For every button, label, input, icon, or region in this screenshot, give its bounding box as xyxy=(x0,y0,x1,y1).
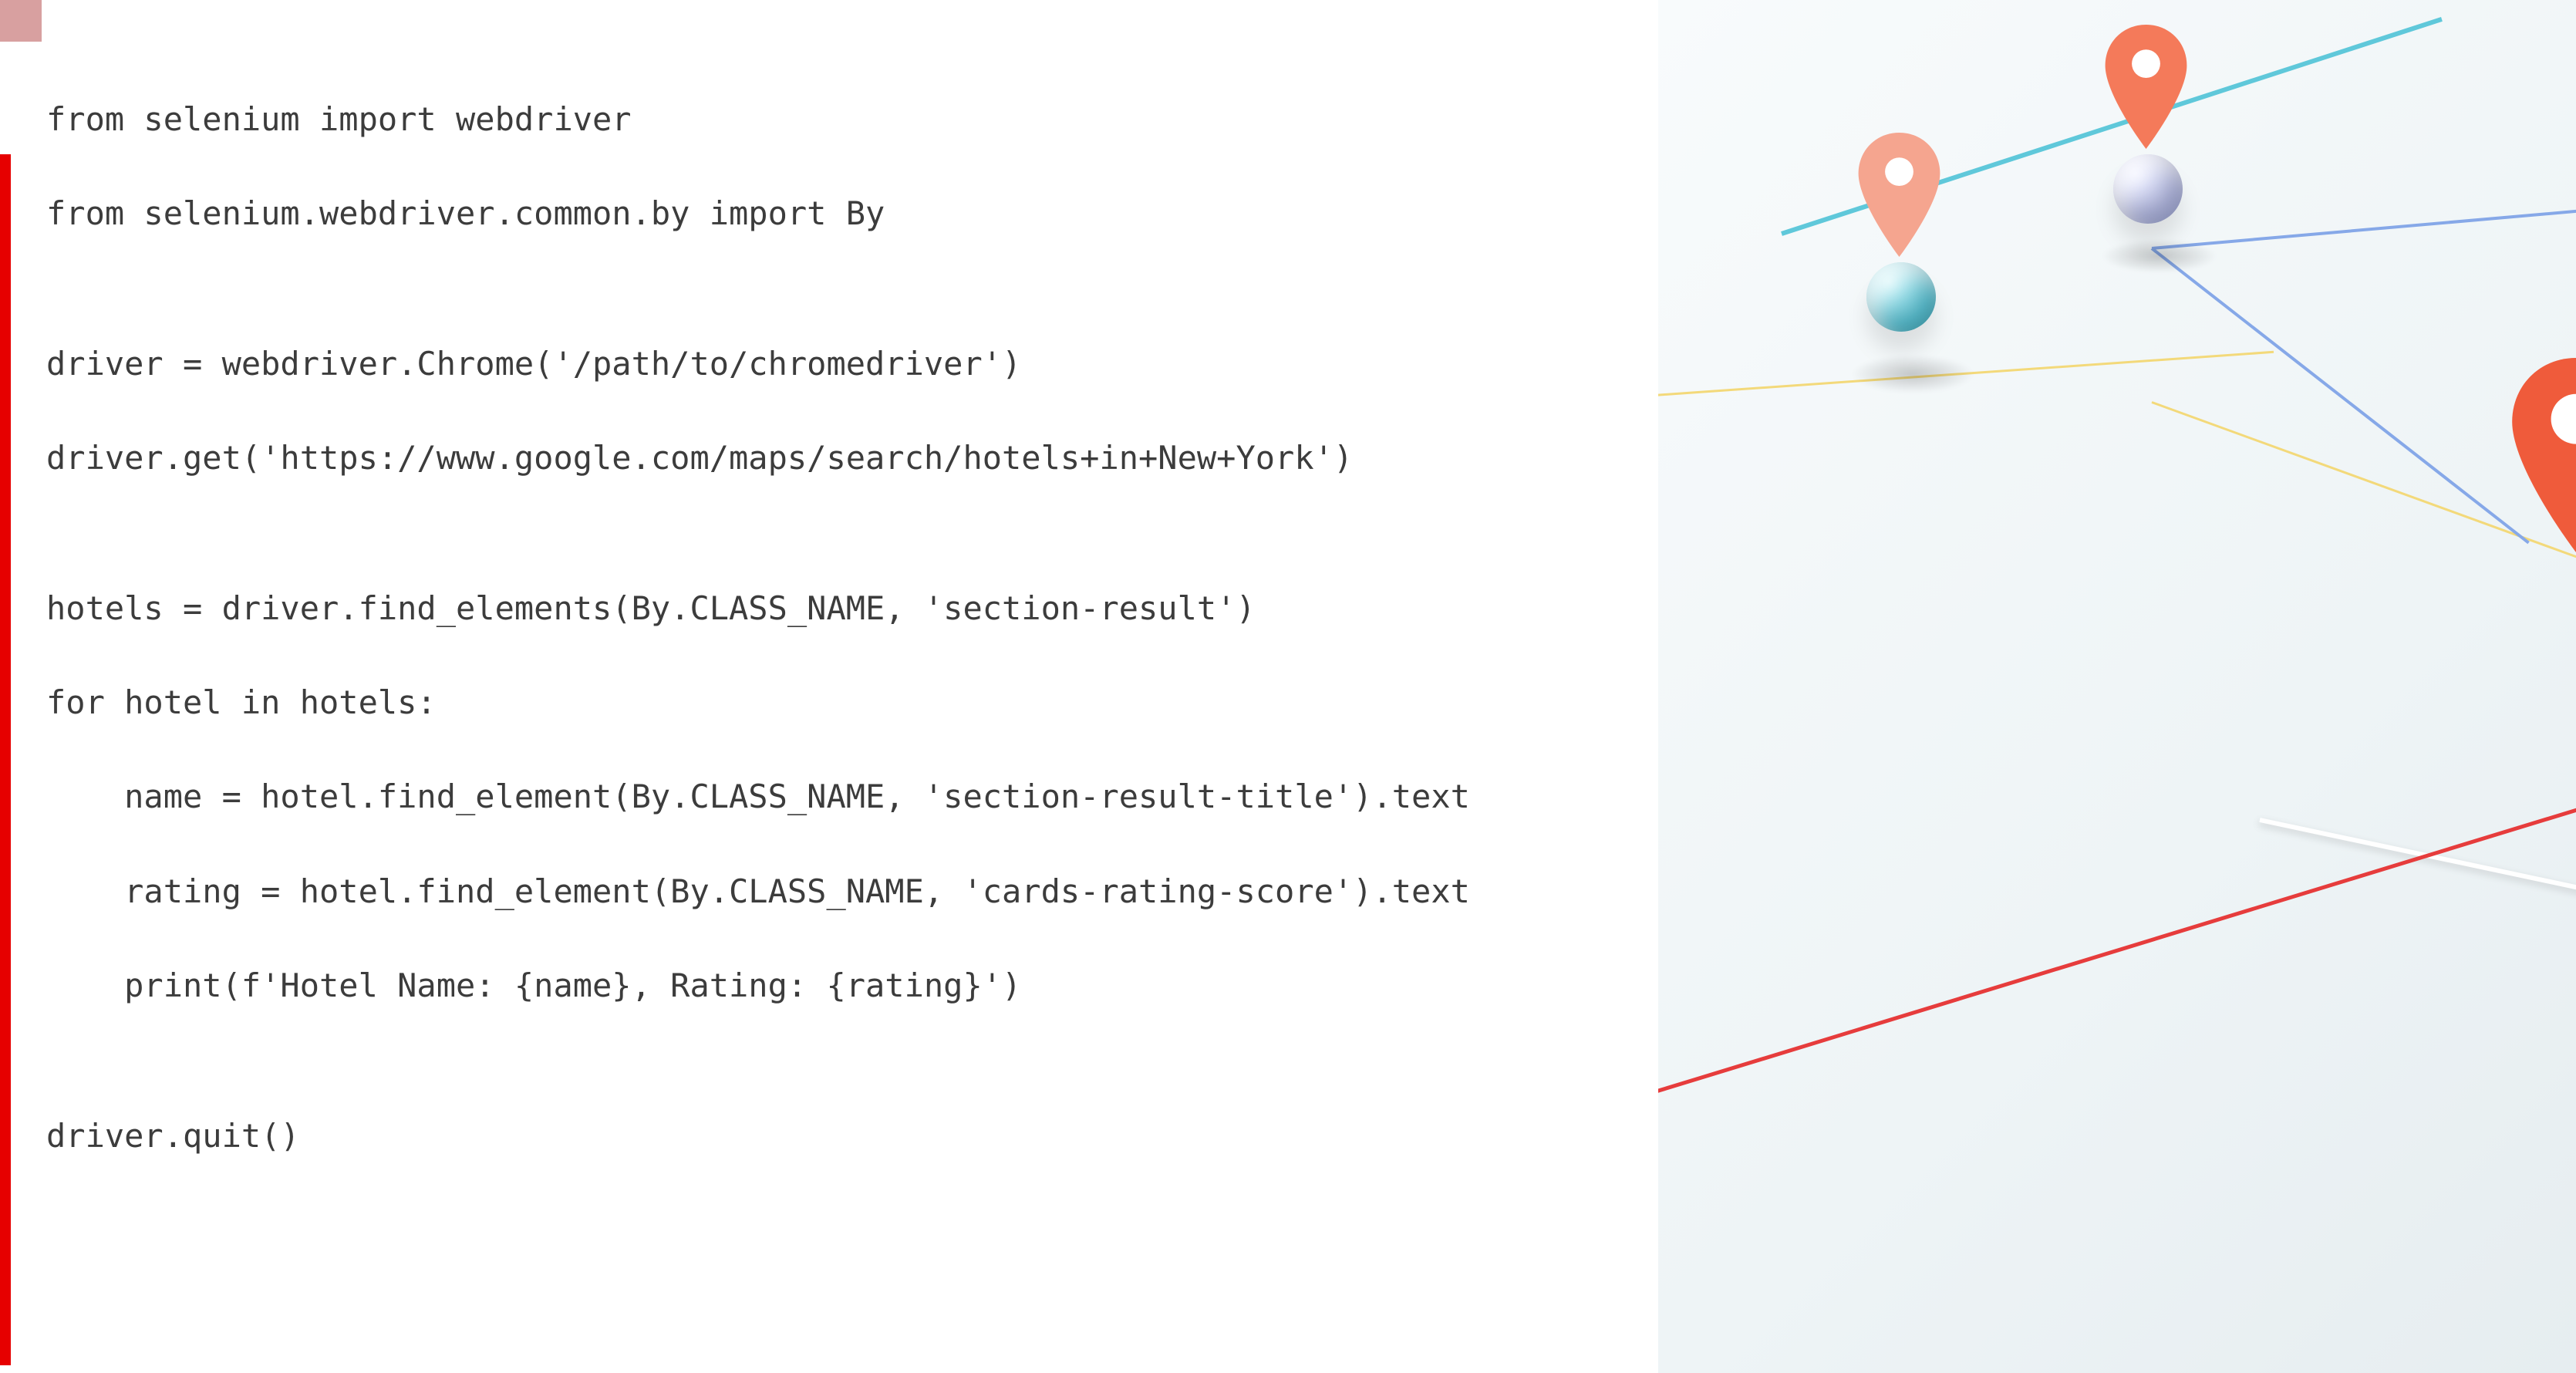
code-line: print(f'Hotel Name: {name}, Rating: {rat… xyxy=(46,966,1470,1005)
code-line: from selenium.webdriver.common.by import… xyxy=(46,194,1470,233)
code-block: from selenium import webdriver from selen… xyxy=(46,100,1470,1211)
vertical-accent-bar xyxy=(0,154,11,1365)
corner-swatch xyxy=(0,0,42,42)
code-line: name = hotel.find_element(By.CLASS_NAME,… xyxy=(46,778,1470,816)
code-blank-line xyxy=(46,1061,1470,1117)
code-line: driver = webdriver.Chrome('/path/to/chro… xyxy=(46,345,1470,383)
code-line: for hotel in hotels: xyxy=(46,683,1470,722)
code-pane: from selenium import webdriver from selen… xyxy=(0,0,1658,1373)
map-marker-icon xyxy=(2102,23,2190,150)
code-line: driver.get('https://www.google.com/maps/… xyxy=(46,439,1470,477)
pin-shadow xyxy=(1851,355,1974,393)
string-red xyxy=(1658,788,2576,1107)
code-line: rating = hotel.find_element(By.CLASS_NAM… xyxy=(46,872,1470,911)
map-marker-icon xyxy=(2507,355,2576,555)
pushpin-teal xyxy=(1866,262,1936,332)
code-line: driver.quit() xyxy=(46,1117,1470,1155)
pin-shadow xyxy=(2102,239,2217,273)
pushpin-lilac xyxy=(2113,154,2183,224)
map-marker-icon xyxy=(1855,131,1944,258)
code-line: from selenium import webdriver xyxy=(46,100,1470,139)
code-blank-line xyxy=(46,289,1470,345)
illustration-pane xyxy=(1658,0,2576,1373)
string-blue xyxy=(2152,205,2576,250)
string-blue xyxy=(2151,247,2530,544)
code-blank-line xyxy=(46,534,1470,589)
code-line: hotels = driver.find_elements(By.CLASS_N… xyxy=(46,589,1470,628)
